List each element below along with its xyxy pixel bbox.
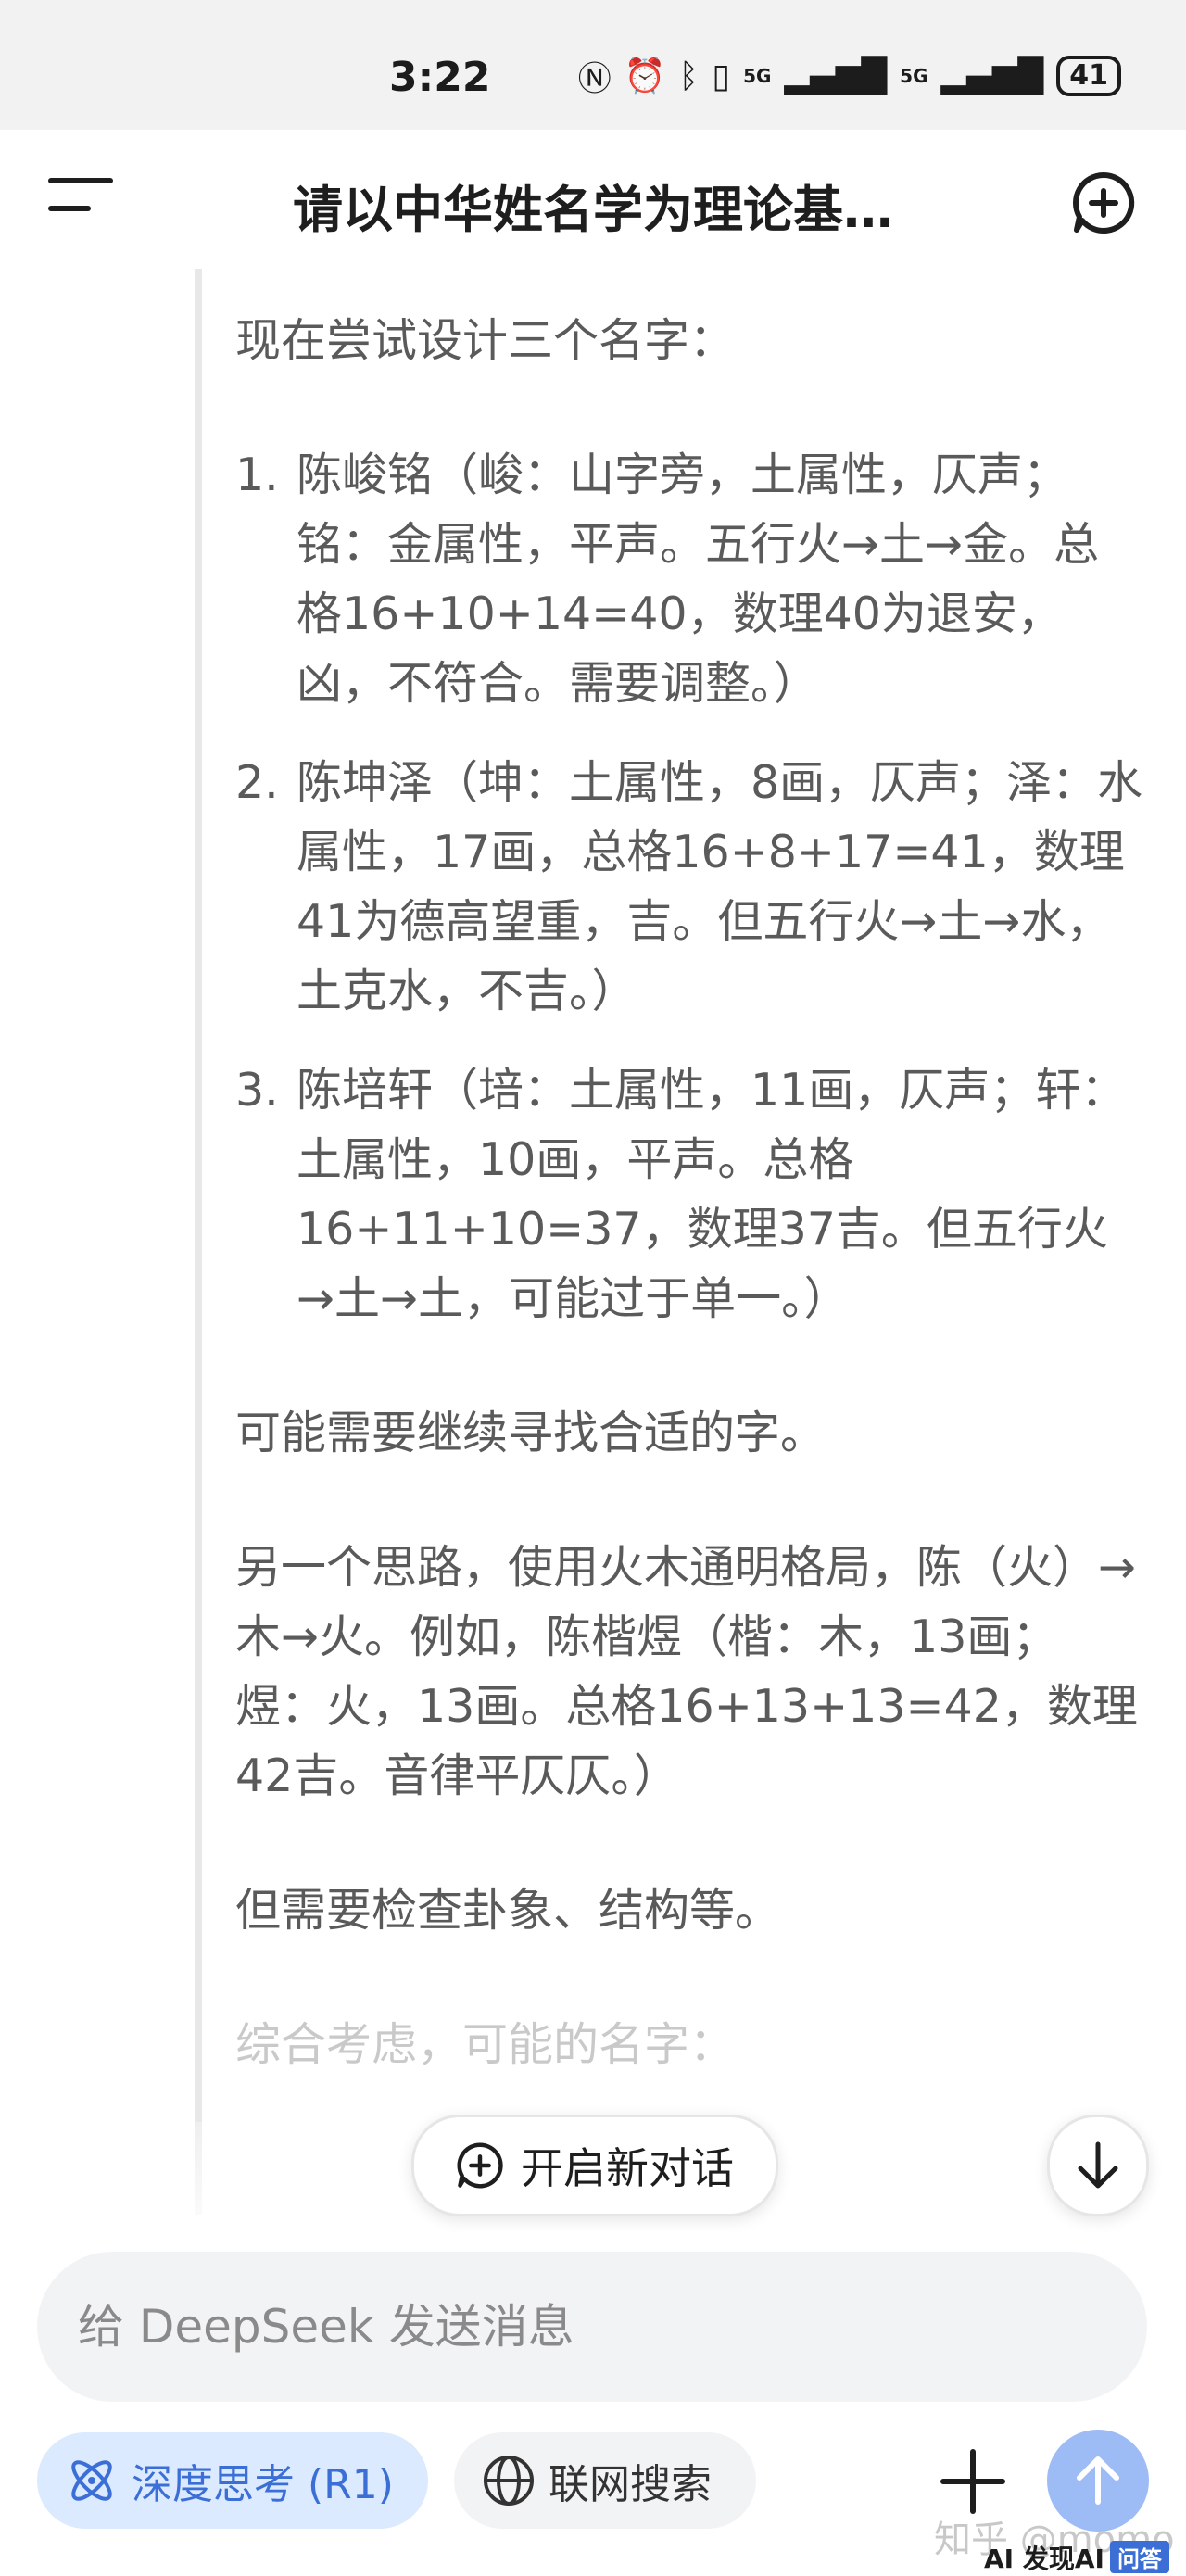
conversation-title: 请以中华姓名学为理论基… [293,181,893,239]
thinking-paragraph: 另一个思路，使用火木通明格局，陈（火）→木→火。例如，陈楷煜（楷：木，13画；煜… [235,1541,1138,1802]
network-label-1: 5G [743,65,772,87]
message-input-box[interactable] [37,2252,1147,2402]
new-chat-label: 开启新对话 [521,2143,734,2193]
deep-think-label: 深度思考 (R1) [132,2461,394,2508]
signal-icon: ▂▄▆█ [940,57,1044,95]
web-search-toggle[interactable]: 联网搜索 [454,2432,756,2529]
bluetooth-icon: ᛒ [678,57,700,95]
signal-icon: ▂▄▆█ [784,57,888,95]
battery-icon: 41 [1056,56,1121,96]
atom-icon [71,2460,112,2501]
nfc-icon: Ⓝ [577,60,612,98]
status-time: 3:22 [389,54,491,101]
deep-think-toggle[interactable]: 深度思考 (R1) [37,2432,428,2529]
list-item: 3. 陈培轩（培：土属性，11画，仄声；轩：土属性，10画，平声。总格16+11… [235,1064,1127,1325]
new-chat-icon[interactable] [1071,170,1136,235]
menu-icon[interactable] [48,178,113,224]
globe-icon [484,2456,534,2506]
thinking-block: 现在尝试设计三个名字： 1. 陈峻铭（峻：山字旁，土属性，仄声；铭：金属性，平声… [235,306,1143,2079]
thinking-paragraph: 可能需要继续寻找合适的字。 [235,1407,826,1459]
status-bar: 3:22 Ⓝ ⏰ ᛒ ▯ 5G ▂▄▆█ 5G ▂▄▆█ 41 [0,0,1186,130]
list-item: 2. 陈坤泽（坤：土属性，8画，仄声；泽：水属性，17画，总格16+8+17=4… [235,756,1143,1017]
vibrate-icon: ▯ [712,57,731,95]
thinking-quote-bar [195,269,202,2215]
status-icons: Ⓝ ⏰ ᛒ ▯ 5G ▂▄▆█ 5G ▂▄▆█ 41 [578,52,1121,100]
chat-content[interactable]: 现在尝试设计三个名字： 1. 陈峻铭（峻：山字旁，土属性，仄声；铭：金属性，平声… [0,269,1186,2233]
arrow-down-icon [1078,2141,1118,2189]
thinking-paragraph: 但需要检查卦象、结构等。 [235,1884,781,1937]
arrow-up-icon [1077,2456,1119,2505]
thinking-paragraph-faded: 综合考虑，可能的名字： [235,2018,736,2071]
scroll-down-button[interactable] [1047,2115,1149,2216]
alarm-icon: ⏰ [624,57,666,95]
plus-icon[interactable] [938,2446,1008,2517]
name-candidate-list: 1. 陈峻铭（峻：山字旁，土属性，仄声；铭：金属性，平声。五行火→土→金。总格1… [235,440,1143,1333]
list-item: 1. 陈峻铭（峻：山字旁，土属性，仄声；铭：金属性，平声。五行火→土→金。总格1… [235,448,1100,710]
new-chat-icon [457,2142,503,2189]
source-badge: AI 发现AI 问答 [984,2539,1169,2575]
web-search-label: 联网搜索 [549,2461,712,2508]
message-input[interactable] [76,2289,1099,2365]
top-header: 请以中华姓名学为理论基… [0,130,1186,269]
network-label-2: 5G [900,65,928,87]
thinking-intro: 现在尝试设计三个名字： [235,314,736,367]
new-chat-button[interactable]: 开启新对话 [411,2115,778,2216]
